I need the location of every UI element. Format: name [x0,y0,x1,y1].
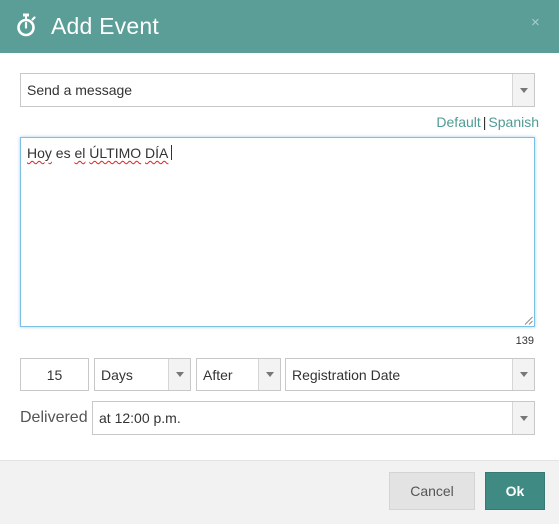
text-caret [171,145,173,160]
chevron-down-icon[interactable] [512,359,534,390]
message-word: es [51,145,75,161]
action-select-value: Send a message [27,82,133,98]
amount-input[interactable]: 15 [20,358,89,391]
resize-grip-icon[interactable] [524,316,533,325]
chevron-down-icon[interactable] [258,359,280,390]
chevron-down-icon[interactable] [512,74,534,106]
message-word: el [74,145,86,161]
delivery-time-value: at 12:00 p.m. [99,410,181,426]
close-icon[interactable]: × [531,14,540,31]
add-event-dialog: Add Event × Send a message Default | Spani… [0,0,559,524]
reference-select-value: Registration Date [292,366,401,383]
dialog-title: Add Event [51,13,159,39]
unit-select[interactable]: Days [94,358,191,391]
message-word: DÍA [145,145,169,161]
delivered-label: Delivered [20,409,88,426]
default-language-link[interactable]: Default [436,114,480,130]
relation-select[interactable]: After [196,358,281,391]
cancel-button[interactable]: Cancel [389,472,475,510]
timer-icon [17,13,36,37]
message-word: Hoy [27,145,52,161]
message-word: ÚLTIMO [89,145,142,161]
action-select[interactable]: Send a message [20,73,535,107]
message-textarea[interactable]: Hoy es el ÚLTIMO DÍA [20,137,535,327]
ok-button[interactable]: Ok [485,472,545,510]
dialog-header: Add Event × [0,0,559,53]
character-count: 139 [515,335,534,347]
language-switcher: Default | Spanish [436,114,539,130]
chevron-down-icon[interactable] [512,402,534,434]
spanish-language-link[interactable]: Spanish [488,114,539,130]
relation-select-value: After [203,366,233,383]
delivery-time-select[interactable]: at 12:00 p.m. [92,401,535,435]
unit-select-value: Days [101,366,133,383]
chevron-down-icon[interactable] [168,359,190,390]
reference-select[interactable]: Registration Date [285,358,535,391]
dialog-footer: Cancel Ok [0,460,559,524]
